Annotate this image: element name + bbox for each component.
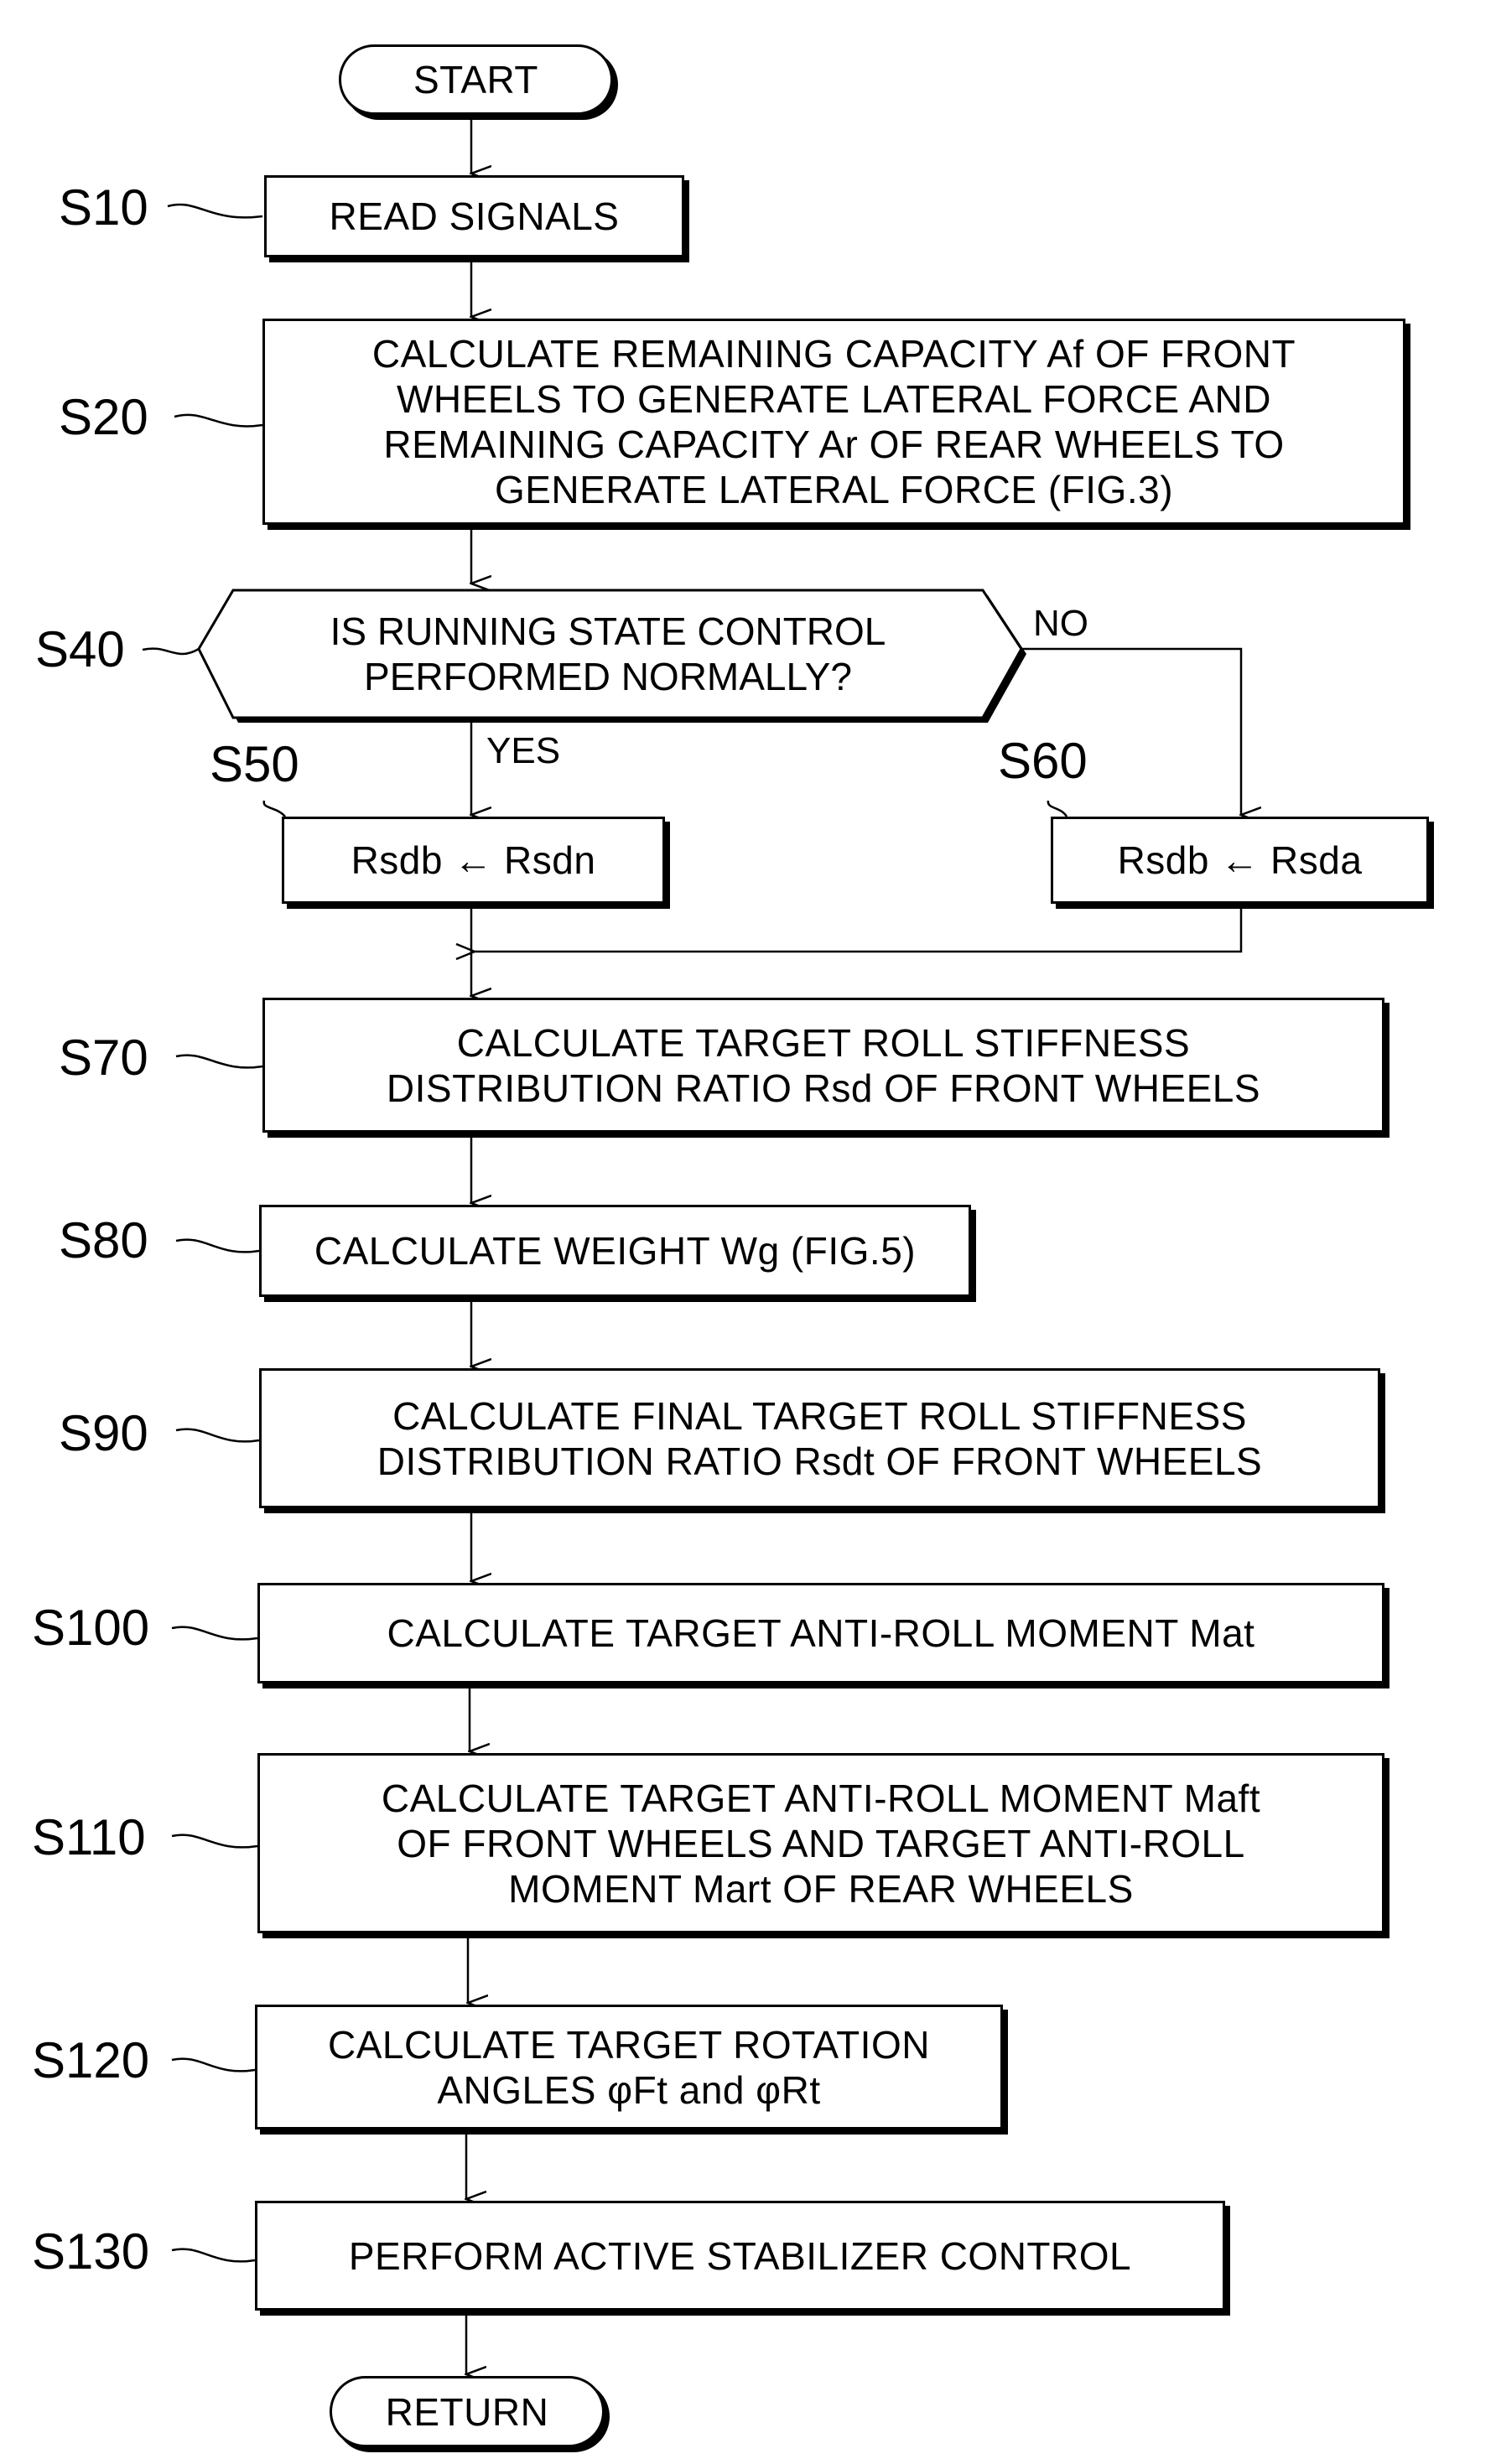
step-id-s50: S50 xyxy=(210,736,299,792)
decision-s40-text: IS RUNNING STATE CONTROL PERFORMED NORMA… xyxy=(330,610,886,698)
branch-yes-label: YES xyxy=(486,730,561,771)
leader-s110 xyxy=(171,1834,258,1849)
leader-s60 xyxy=(1047,800,1068,817)
process-s90-text: CALCULATE FINAL TARGET ROLL STIFFNESS DI… xyxy=(377,1393,1263,1483)
leader-s70 xyxy=(175,1054,263,1069)
step-id-s70: S70 xyxy=(59,1030,148,1086)
leader-s40 xyxy=(142,647,200,656)
process-s90: CALCULATE FINAL TARGET ROLL STIFFNESS DI… xyxy=(259,1368,1380,1508)
process-s120: CALCULATE TARGET ROTATION ANGLES φFt and… xyxy=(255,2005,1003,2129)
leader-s80 xyxy=(175,1238,260,1253)
step-id-s130: S130 xyxy=(32,2223,150,2280)
process-s50: Rsdb ← Rsdn xyxy=(282,817,665,904)
start-terminal: START xyxy=(339,44,613,115)
process-s130: PERFORM ACTIVE STABILIZER CONTROL xyxy=(255,2201,1225,2311)
leader-s120 xyxy=(171,2057,256,2072)
arrow-s40-s60 xyxy=(1021,647,1241,815)
process-s20: CALCULATE REMAINING CAPACITY Af OF FRONT… xyxy=(262,319,1405,525)
step-id-s110: S110 xyxy=(32,1809,146,1865)
step-id-s60: S60 xyxy=(998,733,1088,789)
process-s60-text: Rsdb ← Rsda xyxy=(1117,838,1363,882)
process-s100: CALCULATE TARGET ANTI-ROLL MOMENT Mat xyxy=(257,1583,1384,1683)
process-s50-text: Rsdb ← Rsdn xyxy=(351,838,596,882)
return-terminal: RETURN xyxy=(330,2376,605,2447)
step-id-s40: S40 xyxy=(35,621,125,677)
leader-s20 xyxy=(174,413,263,428)
process-s110-text: CALCULATE TARGET ANTI-ROLL MOMENT Maft O… xyxy=(381,1776,1261,1911)
step-id-s120: S120 xyxy=(32,2032,150,2088)
process-s120-text: CALCULATE TARGET ROTATION ANGLES φFt and… xyxy=(328,2022,930,2112)
process-s10: READ SIGNALS xyxy=(264,175,684,257)
process-s80: CALCULATE WEIGHT Wg (FIG.5) xyxy=(259,1205,971,1297)
process-s20-text: CALCULATE REMAINING CAPACITY Af OF FRONT… xyxy=(371,332,1296,511)
step-id-s80: S80 xyxy=(59,1212,148,1268)
leader-s10 xyxy=(167,203,263,219)
process-s70: CALCULATE TARGET ROLL STIFFNESS DISTRIBU… xyxy=(262,998,1384,1133)
process-s100-text: CALCULATE TARGET ANTI-ROLL MOMENT Mat xyxy=(387,1611,1255,1655)
step-id-s90: S90 xyxy=(59,1405,148,1461)
arrow-s60-merge xyxy=(475,907,1243,952)
step-id-s100: S100 xyxy=(32,1600,150,1656)
leader-s100 xyxy=(171,1626,258,1641)
start-label: START xyxy=(413,58,539,101)
process-s60: Rsdb ← Rsda xyxy=(1051,817,1429,904)
leader-s130 xyxy=(171,2248,256,2263)
process-s70-text: CALCULATE TARGET ROLL STIFFNESS DISTRIBU… xyxy=(386,1020,1261,1110)
process-s10-text: READ SIGNALS xyxy=(329,195,620,238)
return-label: RETURN xyxy=(385,2389,549,2434)
process-s80-text: CALCULATE WEIGHT Wg (FIG.5) xyxy=(314,1229,917,1273)
step-id-s20: S20 xyxy=(59,389,148,445)
leader-s50 xyxy=(262,800,286,817)
process-s130-text: PERFORM ACTIVE STABILIZER CONTROL xyxy=(348,2233,1132,2278)
process-s110: CALCULATE TARGET ANTI-ROLL MOMENT Maft O… xyxy=(257,1753,1384,1933)
leader-s90 xyxy=(175,1428,260,1443)
step-id-s10: S10 xyxy=(59,179,148,236)
branch-no-label: NO xyxy=(1033,603,1088,644)
